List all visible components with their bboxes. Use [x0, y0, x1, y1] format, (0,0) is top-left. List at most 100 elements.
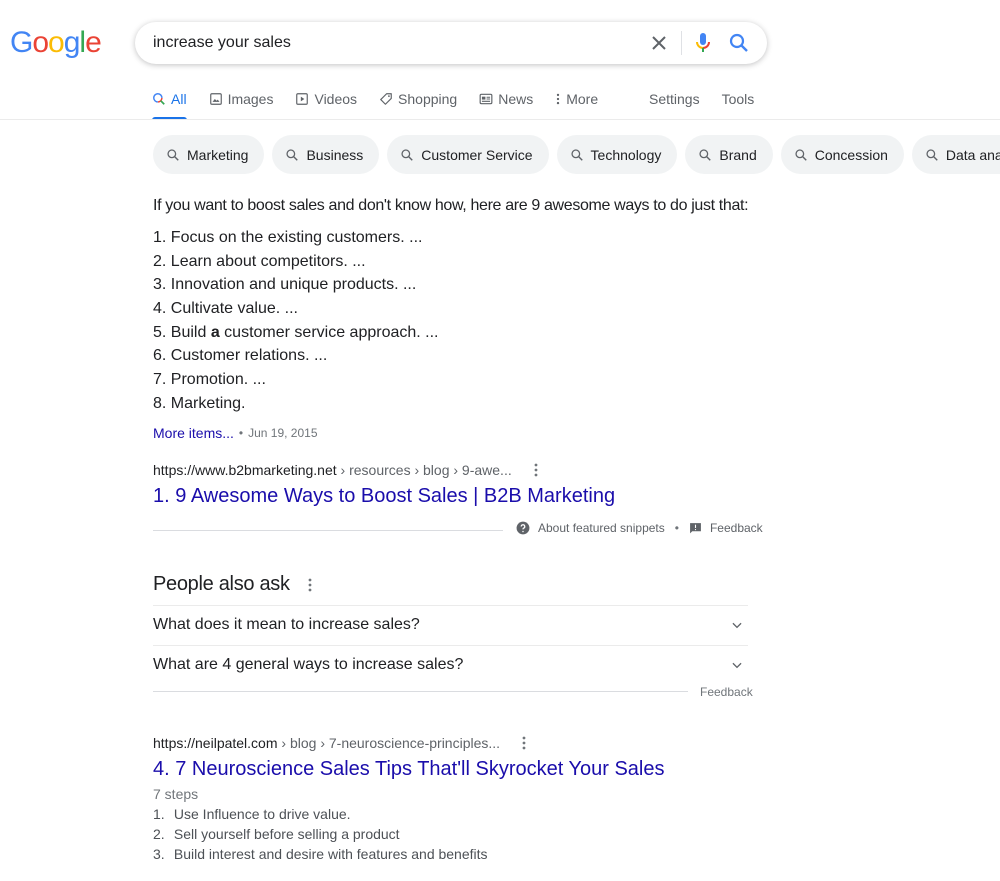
chip-customer-service[interactable]: Customer Service [387, 135, 549, 174]
tab-news[interactable]: News [479, 88, 533, 110]
list-text: Marketing. [170, 394, 246, 412]
search-icon [286, 148, 299, 161]
about-featured-snippets-link[interactable]: About featured snippets [516, 521, 665, 535]
chip-label: Technology [590, 146, 662, 163]
snippet-meta: More items... • Jun 19, 2015 [153, 425, 318, 441]
search-box [135, 22, 767, 64]
header-divider [0, 119, 1000, 120]
list-text: Cultivate value. ... [170, 300, 298, 318]
list-text: Learn about competitors. ... [170, 252, 366, 270]
chip-technology[interactable]: Technology [556, 135, 678, 174]
microphone-icon [696, 33, 710, 52]
snippet-heading: If you want to boost sales and don't kno… [153, 197, 749, 214]
kebab-icon [557, 93, 560, 105]
close-icon [652, 36, 666, 50]
search-tools: Settings Tools [649, 88, 776, 110]
chip-business[interactable]: Business [272, 135, 380, 174]
step-number: 1. [153, 806, 165, 822]
image-icon [209, 93, 222, 105]
search-icon [401, 148, 414, 161]
result-options-button[interactable] [516, 735, 532, 751]
snippet-list-item: 5. Build a customer service approach. ..… [153, 323, 439, 347]
snippet-list-item: 8. Marketing. [153, 394, 439, 418]
logo-letter: G [10, 26, 33, 59]
tab-label: All [171, 91, 187, 107]
tag-icon [380, 93, 392, 105]
list-text-bold: a [210, 323, 220, 341]
search-icon [926, 148, 938, 161]
snippet-list: 1. Focus on the existing customers. ... … [153, 228, 439, 418]
list-number: 3. [153, 276, 167, 294]
step-item: 2. Sell yourself before selling a produc… [153, 826, 488, 846]
clear-search-button[interactable] [647, 31, 671, 55]
tab-label: Images [227, 91, 274, 107]
chip-concession[interactable]: Concession [780, 135, 904, 174]
step-item: 3. Build interest and desire with featur… [153, 846, 488, 866]
search-icon [153, 93, 165, 105]
newspaper-icon [479, 93, 493, 105]
search-icon [570, 148, 583, 161]
snippet-list-item: 3. Innovation and unique products. ... [153, 275, 439, 299]
tab-more[interactable]: More [555, 88, 598, 110]
paa-options-button[interactable] [302, 577, 318, 593]
tools-link[interactable]: Tools [722, 88, 755, 110]
list-text: Customer relations. ... [170, 347, 328, 365]
list-number: 4. [153, 300, 167, 318]
about-label: About featured snippets [538, 521, 665, 535]
step-text: Build interest and desire with features … [173, 846, 488, 862]
chip-label: Marketing [187, 146, 249, 163]
search-icon [729, 33, 748, 52]
chip-label: Business [306, 146, 364, 163]
tab-shopping[interactable]: Shopping [379, 88, 457, 110]
step-number: 3. [153, 846, 165, 862]
tab-videos[interactable]: Videos [295, 88, 357, 110]
tab-all[interactable]: All [152, 88, 187, 120]
list-text: Innovation and unique products. ... [170, 276, 417, 294]
paa-question[interactable]: What does it mean to increase sales? [153, 605, 748, 645]
cite-path: › blog › 7-neuroscience-principles... [277, 735, 501, 751]
tab-images[interactable]: Images [209, 88, 274, 110]
search-button[interactable] [727, 31, 751, 55]
result-title-link[interactable]: 1. 9 Awesome Ways to Boost Sales | B2B M… [153, 485, 615, 508]
kebab-icon [308, 578, 312, 591]
google-logo[interactable]: Google [10, 26, 102, 60]
list-text: customer service approach. ... [219, 323, 439, 341]
step-item: 1. Use Influence to drive value. [153, 806, 488, 826]
list-text: Build [170, 323, 211, 341]
list-number: 8. [153, 394, 167, 412]
more-items-link[interactable]: More items... [153, 425, 234, 441]
list-text: Promotion. ... [170, 371, 266, 389]
paa-title-text: People also ask [153, 573, 290, 595]
search-icon [167, 148, 179, 161]
step-text: Use Influence to drive value. [173, 806, 351, 822]
voice-search-button[interactable] [691, 31, 715, 55]
paa-feedback-link[interactable]: Feedback [700, 685, 753, 699]
settings-link[interactable]: Settings [649, 88, 700, 110]
result-title-link[interactable]: 4. 7 Neuroscience Sales Tips That'll Sky… [153, 758, 665, 781]
steps-list: 1. Use Influence to drive value. 2. Sell… [153, 806, 488, 866]
play-icon [296, 93, 309, 105]
snippet-list-item: 4. Cultivate value. ... [153, 299, 439, 323]
snippet-list-item: 7. Promotion. ... [153, 370, 439, 394]
list-number: 6. [153, 347, 167, 365]
result-options-button[interactable] [528, 462, 544, 478]
tab-label: Videos [314, 91, 358, 107]
paa-question[interactable]: What are 4 general ways to increase sale… [153, 645, 748, 685]
steps-count: 7 steps [153, 786, 199, 802]
chip-brand[interactable]: Brand [685, 135, 773, 174]
chip-label: Customer Service [421, 146, 533, 163]
search-input[interactable] [153, 22, 633, 64]
snippet-footer: About featured snippets • Feedback [516, 521, 763, 535]
chevron-down-icon [732, 622, 742, 629]
snippet-feedback-link[interactable]: Feedback [689, 521, 763, 535]
list-number: 2. [153, 252, 167, 270]
chip-data-analysis[interactable]: Data analysis [911, 135, 1000, 174]
cite-path: › resources › blog › 9-awe... [336, 462, 512, 478]
help-icon [516, 521, 530, 535]
logo-letter: o [32, 26, 49, 59]
result-citation: https://www.b2bmarketing.net › resources… [153, 462, 544, 478]
separator-dot: • [674, 521, 679, 535]
chip-marketing[interactable]: Marketing [153, 135, 265, 174]
snippet-list-item: 1. Focus on the existing customers. ... [153, 228, 439, 252]
logo-letter: g [63, 26, 81, 59]
